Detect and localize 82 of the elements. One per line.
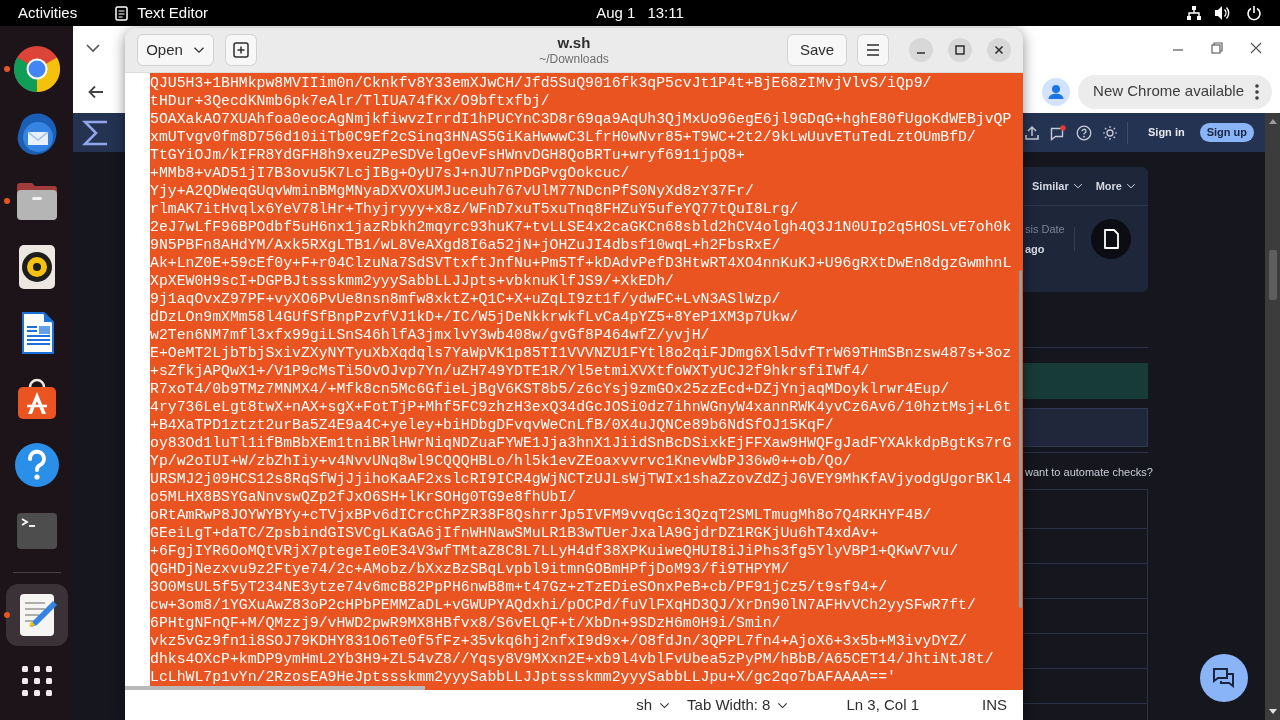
network-icon[interactable] [1186,5,1202,21]
chat-icon[interactable] [1200,654,1248,702]
code-line: 6PHtgNFnQF+M/QMzzj9/vHWD2pwR9MX8HBfvx8/S6vELQF+t/XbDn+9SDzH6m0H9i/Smin/ [150,614,781,632]
code-line: oRtAmRwP8JOYWYBYy+cTVjxBPv6dICrcChPZR38F8QshrrJp5IVFM9vvqGci3QzqT2SMLTmugMh8o7Q4RKHYF4B/ [150,506,932,524]
date-column-label: sis Date [1025,222,1065,237]
code-line: +MMb8+vAD51jI7B3ovu5K7LcjIBg+OyU7sJ+nJU7nPDGPvgOokcuc/ [150,164,630,182]
window-title: w.sh [557,33,591,52]
sign-up-button[interactable]: Sign up [1199,123,1254,142]
code-line: R7xoT4/0b9TMz7MNMX4/+Mfk8cn5Mc6GfieLjBgV6KST8b5/z6cYsj9zmGOx25zzEcd+DZjYnjaqMDoyklrwr4Eup/ [150,380,950,398]
notepad-icon [115,5,129,21]
date-value: ago [1025,241,1045,257]
close-icon[interactable] [987,38,1011,62]
minimize-icon[interactable] [909,38,933,62]
code-line: 3O0MsUL5f5yT234NE3ytze74v6mcB82PpPH6nwB8m+t47Gz+zTzEDieSOnxPeB+cb/PF91jCz5/t9sf94+/ [150,578,887,596]
arrow-up-icon[interactable] [1268,119,1277,124]
code-line: oy83Od1luTl1ifBmBbXEm1tniBRlHWrNiqNDZuaFYWE1Jja3hnX1JiidSnBcDSixkEjFFXaw9HWQFgJadFYXAkkdpBgtKs7rG [150,434,1012,452]
code-line: w2Ten6NM7mfl3xfx99giLSnS46hlfA3jmxlvY3wb408w/gvGf8P464wfZ/yvjH/ [150,326,710,344]
scrollbar-thumb[interactable] [1019,270,1022,608]
code-line: 5OAXakAO7XUAhfoa0eocAgNmjkfiwvzIrrdI1hPUCYnC3D8r69qa9AqUh3QjMxUo96egE6jl9GDqG+hghE80fUgoKdWEBjvQP [150,110,1012,128]
app-grid-icon[interactable] [21,666,52,696]
insert-mode: INS [982,694,1007,715]
code-line: Ak+LnZ0E+59cEf0y+F+r04ClzuNa7SdSVTtxftJnfNu+Pm5Tf+kDAdvPefD3HtwRT4XO4nnKuKJ+U96gRXtDwEn8dgzGwmhnL [150,254,1012,272]
code-line: LcLhWL7p1vYn/2RzosEA9HeJptssskmm2yyySabbLLJJptssskmm2yyySabbLLJpu+X/gc2qo7bAFAAAA==' [150,668,896,686]
app-menu[interactable]: Text Editor [95,0,209,26]
code-line: tHDur+3QecdKNmb6pk7eAlr/TlIUA74fKx/O9bftxfbj/ [150,92,550,110]
code-line: rlmAK7itHvqlx6YeV78lHr+Thyjryyy+x8z/WFnD7xuT5xuTnq8FHZuY5ufeYQ77tQuI8Lrg/ [150,200,799,218]
volume-icon[interactable] [1214,5,1230,21]
sign-in-link[interactable]: Sign in [1148,124,1185,141]
code-line: dhks4OXcP+kmDP9ymHmL2Yb3H9+ZL54vZ8//Yqsy8V9MXxn2E+xb9l4vblFvUbea5zPyPM/hBbB/A65CET14/JhtiNtJ8t/ [150,650,994,668]
filter-dropdown[interactable]: More [1095,177,1136,195]
code-line: cw+3om8/1YGXuAwZ83oP2cHPbPEMMZaDL+vGWUPYAQdxhi/pOCPd/fuVlFXqHD3QJ/XrDn90lN7AFHvVCh2yySFwR7ft/ [150,596,976,614]
filter-dropdown[interactable]: Similar [1032,177,1083,195]
automate-prompt: want to automate checks? [1025,466,1153,478]
document-icon[interactable] [1091,219,1131,259]
date-label: Aug 1 [596,2,636,23]
time-label: 13:11 [647,2,684,23]
tab-width-dropdown[interactable]: Tab Width: 8 [687,693,789,717]
code-line: 9N5PBFn8AHdYM/Axk5RXgLTB1/wL8VeAXgd8I6a52jN+jOHZuJI4dbsf10wqL+h2FbsRxE/ [150,236,781,254]
code-line: E+OeMT2LjbTbjSxivZXyNYTyuXbXqdqls7YaWpVK1p85TI1VVVNZU1FYtl8o2qiFJDmg6Xl5dvfTrW69THmSBnzsw487s+3oz [150,344,1012,362]
activities-button[interactable]: Activities [0,0,96,26]
save-button[interactable]: Save [787,34,847,66]
window-subtitle: ~/Downloads [539,51,609,67]
code-line: Yjy+A2QDWeqGUqvWminBMgMNyaDXVOXUMJuceuh767vUlM77NDcnPfS0NyXd8zY37Fr/ [150,182,754,200]
maximize-icon[interactable] [948,38,972,62]
scrollbar-thumb[interactable] [1268,250,1277,300]
code-line: QGHDjNezxvu9z2Ftye74/2c+AMobz/bXxzBzSBqLvpbl9itmnGOBmHPfjDoM93/fi9THPYM/ [150,560,790,578]
code-line: vkz5vGz9fn1i8SOJ79KDHY831O6Te0f5fFz+35vkq6hj2nfxI9d9x+/O8fdJn/3QPPL7fn4+AjoX6+3x5b+M3ivyDYZ/ [150,632,967,650]
sun-icon[interactable] [1102,124,1118,141]
language-dropdown[interactable]: sh [636,693,671,717]
profile-icon[interactable] [1042,77,1071,106]
code-line: 4ry736LeLgt8twX+nAX+sgX+FotTjP+Mhf5FC9zhzH3exQ34dGcJOSi0dz7ihnWGnyW4xannRWK4yvCz6Av6/10hztMsj+L6t [150,398,1012,416]
code-line: URSMJ2j09HCS12s8RqSfWjJjihoKaAF2xslcRI9ICR4gWjNCTzUJLsWjTWIx1shaZzovZdZjJ6VEY9MhKfAVjyodgUgorBKl4 [150,470,1012,488]
power-icon[interactable] [1246,5,1262,21]
more-vertical-icon [1255,83,1259,100]
restore-icon[interactable] [1211,42,1223,54]
new-tab-icon[interactable] [225,34,257,66]
help-icon[interactable] [1076,124,1092,141]
code-line: +sZfkjAPQwX1+/V1P9cMsTi5OvOJvp7Yn/uZH749YDTE1R/Yl5etmiXVXtfoWXTyUCJ2f9hkrsfiIWf4/ [150,362,870,380]
code-line: xmUTvgv0fm8D756d10iiTb0C9Ef2cSinq3HNAS5GiKaHwwwC3LfrH0wNvr85+T9WC+2t2/9kLwUuvETuTedLztOUmBfD/ [150,128,976,146]
arrow-down-icon[interactable] [1268,709,1277,714]
chevron-down-icon [1125,181,1136,191]
open-button[interactable]: Open [137,34,214,66]
close-icon[interactable] [1250,42,1262,54]
code-line: QJU5H3+1BHMkpw8MVIIim0n/Cknkfv8Y33emXJwCH/Jfd5SuQ9016fk3qP5cvJt1P4t+BjE68zIMvjVlvS/iQp9/ [150,74,932,92]
message-icon[interactable] [1050,124,1066,141]
cursor-position: Ln 3, Col 1 [846,694,919,715]
code-line: dDzLOn9mXMm58l4GUfSfBnpPzvfVJ1kD+/IC/W5jDeNkkrwkfLvCa4pYZ5+8YeP1XM3p7Ukw/ [150,308,799,326]
code-line: TtGYiOJm/kIFR8YdGFH8h9xeuZPeSDVelgOevFsHWnvDGH8QoBRTu+wryf6911jpQ8+ [150,146,745,164]
chevron-down-icon [1072,181,1083,191]
upload-icon[interactable] [1024,124,1040,141]
code-line: 2eJ7wLfF96BPOdbf5uH6nx1jazRbkh2mqyrc93huK7+tvLLSE4x2caGKCn68sbld2hCV4olgh4Q3J1N0UIp2q5HOSLvE7oh0k [150,218,1012,236]
code-line: GEeiLgT+daTC/ZpsbindGISVCgLKaGA6jIfnWHNawSMuLR1B3wTUerJxalA9GjdrDZ1RGKjUu6hT4xdAv+ [150,524,879,542]
scrollbar-thumb[interactable] [125,686,425,690]
code-line: Yp/w2oIUI+W/zbZhIiy+v4NvvUNq8wl9CQQQHBLo/hl5k1evZEoaxvvrvc1KnevWbPJ36w0++ob/Qo/ [150,452,852,470]
code-line: XpXEW0H9scI+DGPBJtssskmm2yyySabbLLJJpts+vbknuKlfJS9/+XkEDh/ [150,272,674,290]
code-line: o5MLHX8BSYGaNnvswQZp2fJxO6SH+lKrSOHg0TG9e8fhUbI/ [150,488,577,506]
update-button[interactable]: New Chrome available [1078,74,1272,109]
menu-icon[interactable] [857,34,889,66]
code-line: +6FgjIYR6OoMQtVRjX7ptegeIe0E34V3wfTMtaZ8C8L7LLyH4df38XPKuiweQHUI8iJiPhs3fg5YlyVBP1+QKwV7vu/ [150,542,959,560]
logo-icon[interactable] [82,119,110,146]
code-line: +B4XaTPD1ztzt2urBa5Z4E9a4C+yeley+biHDbgDFvqvWeCnLfB/0X4uJQNCe89b6NdSfOJ15KqF/ [150,416,834,434]
code-line: 9j1aqOvxZ97PF+vyXO6PvUe8nsn8mfw8xktZ+Q1C+X+uZqLI9zt1f/ydwFC+LvN3ASlWzp/ [150,290,781,308]
